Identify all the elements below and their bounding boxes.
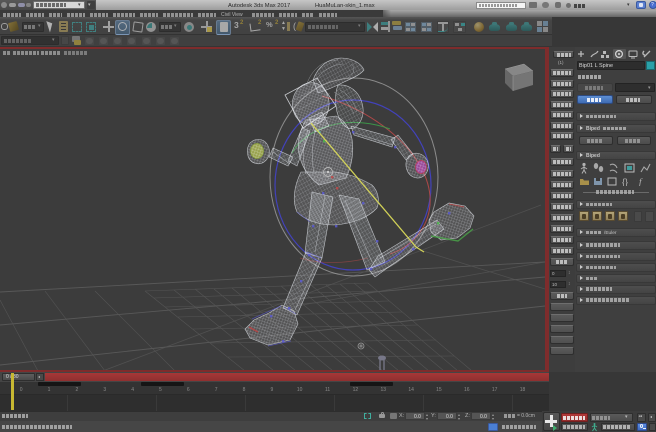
svg-text:f: f [639, 177, 643, 186]
svg-text:{}: {} [622, 177, 628, 186]
